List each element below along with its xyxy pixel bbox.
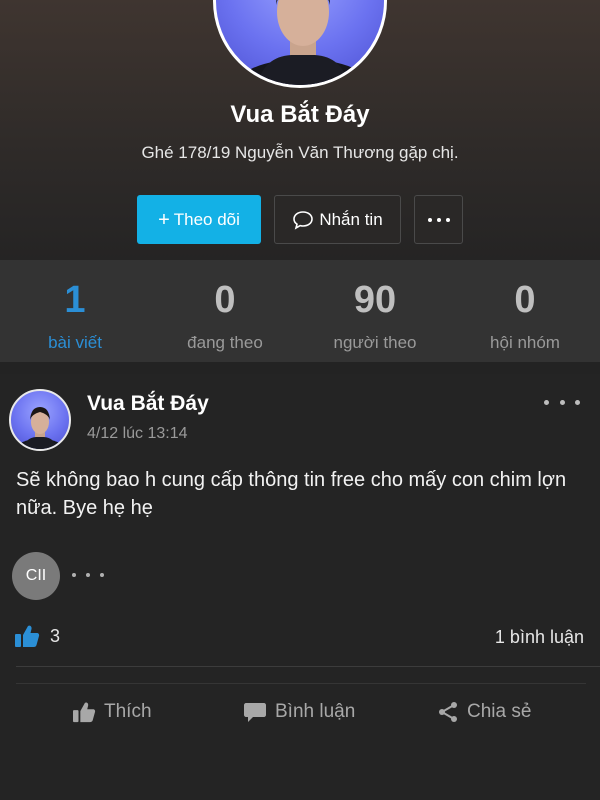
post-timestamp: 4/12 lúc 13:14: [87, 425, 188, 442]
like-button-label: Thích: [104, 701, 152, 722]
stat-value: 0: [514, 279, 536, 321]
share-button[interactable]: Chia sẻ: [437, 696, 531, 728]
stat-value: 1: [64, 279, 86, 321]
chat-bubble-icon: [293, 210, 314, 230]
profile-bio: Ghé 178/19 Nguyễn Văn Thương gặp chị.: [141, 143, 459, 162]
thumbs-up-icon: [15, 625, 40, 647]
stat-following[interactable]: 0 đang theo: [150, 260, 300, 362]
profile-avatar-image: [233, 0, 373, 85]
post-avatar-image: [16, 407, 64, 449]
message-button-label: Nhắn tin: [319, 209, 383, 229]
more-dots-icon: [427, 217, 450, 222]
post-actions: Thích Bình luận Chia sẻ: [0, 696, 600, 728]
comment-count[interactable]: 1 bình luận: [495, 627, 584, 648]
share-button-label: Chia sẻ: [467, 701, 532, 722]
stat-groups[interactable]: 0 hội nhóm: [450, 260, 600, 362]
thumbs-up-icon: [73, 702, 96, 723]
like-summary[interactable]: 3: [14, 624, 60, 648]
stat-label: người theo: [333, 333, 417, 352]
post-more-button[interactable]: [544, 392, 580, 412]
profile-header: Vua Bắt Đáy Ghé 178/19 Nguyễn Văn Thương…: [0, 0, 600, 260]
comment-button-label: Bình luận: [275, 701, 356, 722]
more-dots-icon: [544, 399, 549, 405]
stat-followers[interactable]: 90 người theo: [300, 260, 450, 362]
stat-posts[interactable]: 1 bài viết: [0, 260, 150, 362]
like-count: 3: [50, 625, 61, 646]
stat-value: 90: [353, 279, 397, 321]
post-card: Vua Bắt Đáy 4/12 lúc 13:14 Sẽ không bao …: [0, 374, 600, 800]
reactor-avatar[interactable]: CII: [12, 552, 60, 600]
stat-label: hội nhóm: [490, 333, 560, 352]
like-button[interactable]: Thích: [72, 696, 152, 728]
profile-stats: 1 bài viết 0 đang theo 90 người theo 0 h…: [0, 260, 600, 362]
profile-avatar[interactable]: [213, 0, 387, 88]
post-author-name[interactable]: Vua Bắt Đáy: [87, 392, 209, 416]
reactors-more-button[interactable]: [72, 570, 104, 580]
more-options-button[interactable]: [414, 195, 463, 244]
stat-label: đang theo: [187, 333, 263, 352]
share-icon: [439, 702, 457, 722]
message-button[interactable]: Nhắn tin: [274, 195, 401, 244]
divider: [16, 666, 600, 667]
post-author-avatar[interactable]: [9, 389, 71, 451]
stat-value: 0: [214, 279, 236, 321]
stat-label: bài viết: [48, 333, 102, 352]
divider: [16, 683, 586, 684]
comment-button[interactable]: Bình luận: [243, 696, 355, 728]
comment-icon: [244, 703, 266, 722]
follow-button[interactable]: + Theo dõi: [137, 195, 261, 244]
profile-name: Vua Bắt Đáy: [230, 101, 370, 128]
post-content: Sẽ không bao h cung cấp thông tin free c…: [16, 469, 567, 519]
plus-icon: +: [158, 208, 170, 231]
follow-button-label: Theo dõi: [173, 209, 240, 229]
